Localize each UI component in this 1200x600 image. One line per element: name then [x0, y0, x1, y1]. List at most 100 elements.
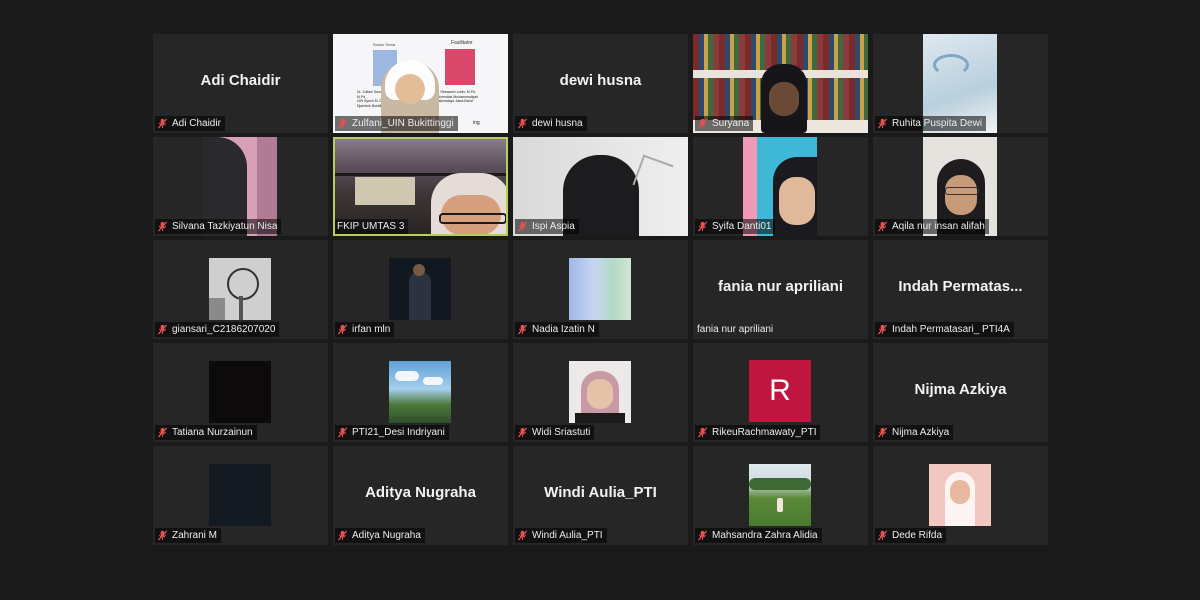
- microphone-muted-icon: [157, 221, 168, 232]
- participant-name-label: Aqila nur insan alifah: [875, 219, 989, 234]
- participant-display-name: Adi Chaidir: [200, 72, 281, 89]
- participant-tile[interactable]: R RikeuRachmawaty_PTI: [693, 343, 868, 442]
- face-shape: [413, 264, 425, 276]
- participant-video: [749, 464, 811, 526]
- face-shape: [779, 177, 815, 225]
- participant-name-label: Windi Aulia_PTI: [515, 528, 607, 543]
- participant-display-name: dewi husna: [559, 72, 642, 89]
- participant-tile[interactable]: Adi Chaidir Adi Chaidir: [153, 34, 328, 133]
- microphone-muted-icon: [877, 221, 888, 232]
- participant-tile[interactable]: Tatiana Nurzainun: [153, 343, 328, 442]
- microphone-muted-icon: [517, 118, 528, 129]
- participant-video: [209, 258, 271, 320]
- participant-tile[interactable]: Nadia Izatin N: [513, 240, 688, 339]
- participant-tile[interactable]: Windi Aulia_PTI Windi Aulia_PTI: [513, 446, 688, 545]
- microphone-muted-icon: [337, 427, 348, 438]
- participant-tile[interactable]: giansari_C2186207020: [153, 240, 328, 339]
- participant-video: [569, 361, 631, 423]
- microphone-muted-icon: [877, 324, 888, 335]
- fan-shape: [227, 268, 259, 300]
- participant-video: [389, 361, 451, 423]
- microphone-muted-icon: [877, 427, 888, 438]
- participant-video: [929, 464, 991, 526]
- participant-tile[interactable]: Zahrani M: [153, 446, 328, 545]
- microphone-muted-icon: [697, 427, 708, 438]
- microphone-muted-icon: [877, 530, 888, 541]
- participant-name-label: Nadia Izatin N: [515, 322, 599, 337]
- participant-tile[interactable]: Ispi Aspia: [513, 137, 688, 236]
- facilitator-photo: [445, 49, 475, 85]
- fan-stand: [239, 296, 243, 320]
- face-shape: [950, 480, 970, 504]
- participant-name-label: Dede Rifda: [875, 528, 947, 543]
- participant-name-label: RikeuRachmawaty_PTI: [695, 425, 821, 440]
- person-shape: [409, 272, 431, 320]
- microphone-muted-icon: [157, 324, 168, 335]
- cloud-shape: [395, 371, 419, 381]
- participant-tile[interactable]: Ruhita Puspita Dewi: [873, 34, 1048, 133]
- slide-text: Susun Tema: [373, 42, 396, 47]
- face-shape: [945, 175, 977, 215]
- participant-tile[interactable]: irfan mln: [333, 240, 508, 339]
- participant-name-label: dewi husna: [515, 116, 587, 131]
- face-shape: [769, 82, 799, 116]
- participant-name-label: Zahrani M: [155, 528, 222, 543]
- participant-tile[interactable]: Suryana: [693, 34, 868, 133]
- participant-tile[interactable]: Susun Tema Fasilitator Dr. Zulfani Sesmi…: [333, 34, 508, 133]
- microphone-muted-icon: [337, 530, 348, 541]
- participant-tile[interactable]: dewi husna dewi husna: [513, 34, 688, 133]
- microphone-muted-icon: [337, 324, 348, 335]
- glasses-shape: [439, 213, 506, 224]
- participant-name-label: PTI21_Desi Indriyani: [335, 425, 449, 440]
- participant-tile[interactable]: fania nur apriliani fania nur apriliani: [693, 240, 868, 339]
- participant-video: [209, 361, 271, 423]
- microphone-muted-icon: [157, 118, 168, 129]
- poster-shape: [355, 177, 415, 205]
- participant-tile[interactable]: Syifa Danti01: [693, 137, 868, 236]
- participant-name-label: irfan mln: [335, 322, 395, 337]
- microphone-muted-icon: [157, 427, 168, 438]
- participant-name-label: FKIP UMTAS 3: [335, 219, 409, 234]
- clothing-shape: [575, 413, 625, 423]
- participant-name-label: Tatiana Nurzainun: [155, 425, 257, 440]
- glasses-shape: [945, 187, 979, 195]
- participant-name-label: Suryana: [695, 116, 754, 131]
- face-shape: [587, 379, 613, 409]
- participant-name-label: Indah Permatasari_ PTI4A: [875, 322, 1014, 337]
- participant-tile[interactable]: Silvana Tazkiyatun Nisa: [153, 137, 328, 236]
- participant-name-label: Ispi Aspia: [515, 219, 579, 234]
- tree-line: [749, 478, 811, 490]
- participant-name-label: Mahsandra Zahra Alidia: [695, 528, 822, 543]
- microphone-muted-icon: [337, 118, 348, 129]
- microphone-muted-icon: [517, 530, 528, 541]
- participant-name-label: Aditya Nugraha: [335, 528, 425, 543]
- microphone-muted-icon: [517, 427, 528, 438]
- participant-tile[interactable]: PTI21_Desi Indriyani: [333, 343, 508, 442]
- participant-tile[interactable]: Aqila nur insan alifah: [873, 137, 1048, 236]
- active-speaker-tile[interactable]: FKIP UMTAS 3: [333, 137, 508, 236]
- participant-display-name: Aditya Nugraha: [365, 484, 476, 501]
- microphone-muted-icon: [697, 221, 708, 232]
- participant-name-label: Zulfani_UIN Bukittinggi: [335, 116, 458, 131]
- person-shape: [777, 498, 783, 512]
- participant-tile[interactable]: Indah Permatas... Indah Permatasari_ PTI…: [873, 240, 1048, 339]
- participant-video: [569, 258, 631, 320]
- participant-name-label: Widi Sriastuti: [515, 425, 595, 440]
- participant-tile[interactable]: Widi Sriastuti: [513, 343, 688, 442]
- participant-tile[interactable]: Dede Rifda: [873, 446, 1048, 545]
- microphone-muted-icon: [697, 118, 708, 129]
- participant-video: [389, 258, 451, 320]
- microphone-muted-icon: [517, 324, 528, 335]
- participant-name-label: Silvana Tazkiyatun Nisa: [155, 219, 282, 234]
- participant-tile[interactable]: Mahsandra Zahra Alidia: [693, 446, 868, 545]
- microphone-muted-icon: [517, 221, 528, 232]
- participant-tile[interactable]: Nijma Azkiya Nijma Azkiya: [873, 343, 1048, 442]
- participant-name-label: fania nur apriliani: [697, 324, 774, 335]
- participant-video: [209, 464, 271, 526]
- microphone-muted-icon: [877, 118, 888, 129]
- participant-tile[interactable]: Aditya Nugraha Aditya Nugraha: [333, 446, 508, 545]
- participant-display-name: Nijma Azkiya: [914, 381, 1007, 398]
- participant-display-name: Indah Permatas...: [898, 278, 1023, 295]
- microphone-muted-icon: [157, 530, 168, 541]
- participant-display-name: Windi Aulia_PTI: [544, 484, 657, 501]
